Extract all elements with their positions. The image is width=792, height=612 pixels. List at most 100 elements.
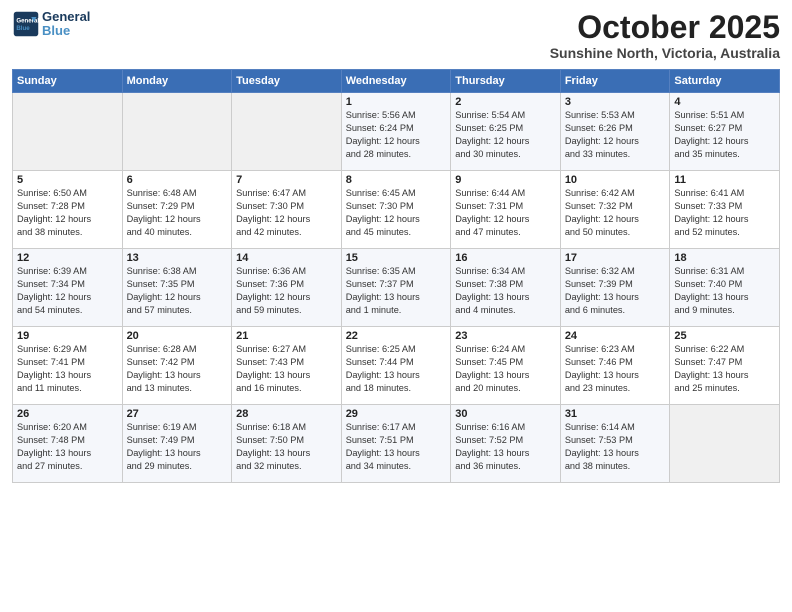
day-number: 21 [236,330,337,342]
calendar-cell: 2Sunrise: 5:54 AM Sunset: 6:25 PM Daylig… [451,93,561,171]
day-info: Sunrise: 6:14 AM Sunset: 7:53 PM Dayligh… [565,421,666,473]
day-number: 20 [127,330,228,342]
day-number: 4 [674,96,775,108]
calendar-cell: 22Sunrise: 6:25 AM Sunset: 7:44 PM Dayli… [341,327,451,405]
day-number: 22 [346,330,447,342]
calendar-cell: 8Sunrise: 6:45 AM Sunset: 7:30 PM Daylig… [341,171,451,249]
week-row-3: 12Sunrise: 6:39 AM Sunset: 7:34 PM Dayli… [13,249,780,327]
day-number: 12 [17,252,118,264]
calendar-cell: 19Sunrise: 6:29 AM Sunset: 7:41 PM Dayli… [13,327,123,405]
day-info: Sunrise: 6:29 AM Sunset: 7:41 PM Dayligh… [17,343,118,395]
day-info: Sunrise: 6:47 AM Sunset: 7:30 PM Dayligh… [236,187,337,239]
day-number: 27 [127,408,228,420]
day-number: 3 [565,96,666,108]
calendar-cell: 31Sunrise: 6:14 AM Sunset: 7:53 PM Dayli… [560,405,670,483]
day-info: Sunrise: 6:36 AM Sunset: 7:36 PM Dayligh… [236,265,337,317]
day-info: Sunrise: 6:23 AM Sunset: 7:46 PM Dayligh… [565,343,666,395]
day-info: Sunrise: 6:34 AM Sunset: 7:38 PM Dayligh… [455,265,556,317]
calendar-cell: 11Sunrise: 6:41 AM Sunset: 7:33 PM Dayli… [670,171,780,249]
day-info: Sunrise: 6:45 AM Sunset: 7:30 PM Dayligh… [346,187,447,239]
calendar-cell: 25Sunrise: 6:22 AM Sunset: 7:47 PM Dayli… [670,327,780,405]
day-info: Sunrise: 6:27 AM Sunset: 7:43 PM Dayligh… [236,343,337,395]
location: Sunshine North, Victoria, Australia [550,45,780,61]
day-info: Sunrise: 6:28 AM Sunset: 7:42 PM Dayligh… [127,343,228,395]
week-row-1: 1Sunrise: 5:56 AM Sunset: 6:24 PM Daylig… [13,93,780,171]
day-number: 17 [565,252,666,264]
week-row-5: 26Sunrise: 6:20 AM Sunset: 7:48 PM Dayli… [13,405,780,483]
day-info: Sunrise: 6:18 AM Sunset: 7:50 PM Dayligh… [236,421,337,473]
week-row-4: 19Sunrise: 6:29 AM Sunset: 7:41 PM Dayli… [13,327,780,405]
day-number: 23 [455,330,556,342]
day-info: Sunrise: 6:44 AM Sunset: 7:31 PM Dayligh… [455,187,556,239]
svg-text:General: General [16,18,39,25]
day-number: 16 [455,252,556,264]
day-number: 18 [674,252,775,264]
day-number: 8 [346,174,447,186]
day-info: Sunrise: 6:41 AM Sunset: 7:33 PM Dayligh… [674,187,775,239]
calendar-cell: 4Sunrise: 5:51 AM Sunset: 6:27 PM Daylig… [670,93,780,171]
day-info: Sunrise: 6:20 AM Sunset: 7:48 PM Dayligh… [17,421,118,473]
day-number: 10 [565,174,666,186]
day-info: Sunrise: 5:53 AM Sunset: 6:26 PM Dayligh… [565,109,666,161]
calendar-cell: 28Sunrise: 6:18 AM Sunset: 7:50 PM Dayli… [232,405,342,483]
month-title: October 2025 [550,10,780,45]
calendar-cell: 18Sunrise: 6:31 AM Sunset: 7:40 PM Dayli… [670,249,780,327]
day-number: 25 [674,330,775,342]
calendar-cell: 20Sunrise: 6:28 AM Sunset: 7:42 PM Dayli… [122,327,232,405]
day-info: Sunrise: 6:24 AM Sunset: 7:45 PM Dayligh… [455,343,556,395]
calendar-cell: 6Sunrise: 6:48 AM Sunset: 7:29 PM Daylig… [122,171,232,249]
weekday-header-friday: Friday [560,70,670,93]
calendar-cell: 29Sunrise: 6:17 AM Sunset: 7:51 PM Dayli… [341,405,451,483]
day-info: Sunrise: 6:32 AM Sunset: 7:39 PM Dayligh… [565,265,666,317]
day-info: Sunrise: 5:54 AM Sunset: 6:25 PM Dayligh… [455,109,556,161]
calendar-cell: 3Sunrise: 5:53 AM Sunset: 6:26 PM Daylig… [560,93,670,171]
main-container: General Blue General Blue October 2025 S… [0,0,792,491]
day-number: 15 [346,252,447,264]
calendar-cell: 26Sunrise: 6:20 AM Sunset: 7:48 PM Dayli… [13,405,123,483]
weekday-header-thursday: Thursday [451,70,561,93]
day-number: 11 [674,174,775,186]
calendar-cell: 12Sunrise: 6:39 AM Sunset: 7:34 PM Dayli… [13,249,123,327]
weekday-header-saturday: Saturday [670,70,780,93]
day-number: 13 [127,252,228,264]
weekday-header-wednesday: Wednesday [341,70,451,93]
day-number: 24 [565,330,666,342]
calendar-cell: 21Sunrise: 6:27 AM Sunset: 7:43 PM Dayli… [232,327,342,405]
day-number: 2 [455,96,556,108]
day-info: Sunrise: 6:16 AM Sunset: 7:52 PM Dayligh… [455,421,556,473]
calendar-cell [232,93,342,171]
day-number: 14 [236,252,337,264]
day-number: 1 [346,96,447,108]
title-block: October 2025 Sunshine North, Victoria, A… [550,10,780,61]
logo-text: General Blue [42,10,90,39]
day-info: Sunrise: 5:56 AM Sunset: 6:24 PM Dayligh… [346,109,447,161]
week-row-2: 5Sunrise: 6:50 AM Sunset: 7:28 PM Daylig… [13,171,780,249]
weekday-header-sunday: Sunday [13,70,123,93]
logo-icon: General Blue [12,10,40,38]
day-info: Sunrise: 6:25 AM Sunset: 7:44 PM Dayligh… [346,343,447,395]
calendar-cell: 15Sunrise: 6:35 AM Sunset: 7:37 PM Dayli… [341,249,451,327]
logo: General Blue General Blue [12,10,90,39]
day-info: Sunrise: 6:38 AM Sunset: 7:35 PM Dayligh… [127,265,228,317]
day-number: 19 [17,330,118,342]
day-number: 26 [17,408,118,420]
header: General Blue General Blue October 2025 S… [12,10,780,61]
calendar-table: SundayMondayTuesdayWednesdayThursdayFrid… [12,69,780,483]
day-info: Sunrise: 6:35 AM Sunset: 7:37 PM Dayligh… [346,265,447,317]
day-number: 5 [17,174,118,186]
calendar-cell [670,405,780,483]
calendar-cell [13,93,123,171]
day-info: Sunrise: 6:17 AM Sunset: 7:51 PM Dayligh… [346,421,447,473]
weekday-header-row: SundayMondayTuesdayWednesdayThursdayFrid… [13,70,780,93]
svg-text:Blue: Blue [16,25,30,32]
day-info: Sunrise: 6:39 AM Sunset: 7:34 PM Dayligh… [17,265,118,317]
day-info: Sunrise: 6:50 AM Sunset: 7:28 PM Dayligh… [17,187,118,239]
calendar-cell: 7Sunrise: 6:47 AM Sunset: 7:30 PM Daylig… [232,171,342,249]
calendar-cell: 13Sunrise: 6:38 AM Sunset: 7:35 PM Dayli… [122,249,232,327]
calendar-cell: 10Sunrise: 6:42 AM Sunset: 7:32 PM Dayli… [560,171,670,249]
day-info: Sunrise: 6:31 AM Sunset: 7:40 PM Dayligh… [674,265,775,317]
day-info: Sunrise: 5:51 AM Sunset: 6:27 PM Dayligh… [674,109,775,161]
calendar-cell: 24Sunrise: 6:23 AM Sunset: 7:46 PM Dayli… [560,327,670,405]
calendar-cell: 23Sunrise: 6:24 AM Sunset: 7:45 PM Dayli… [451,327,561,405]
day-info: Sunrise: 6:42 AM Sunset: 7:32 PM Dayligh… [565,187,666,239]
